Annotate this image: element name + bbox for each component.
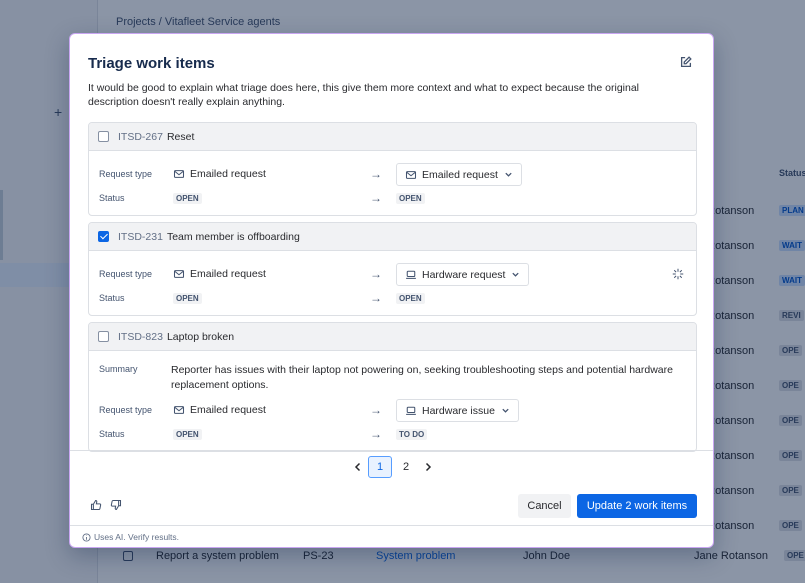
work-item-checkbox[interactable] — [98, 131, 109, 142]
status-label: Status — [99, 293, 125, 303]
arrow-right-icon: → — [370, 427, 382, 441]
thumbs-up-icon[interactable] — [90, 499, 102, 511]
mail-icon — [173, 170, 185, 178]
work-item-header: ITSD-267 Reset — [89, 123, 696, 151]
current-request-type: Emailed request — [173, 268, 266, 280]
laptop-icon — [406, 270, 416, 279]
modal-title: Triage work items — [88, 55, 215, 72]
edit-icon[interactable] — [679, 55, 693, 69]
modal-description: It would be good to explain what triage … — [88, 82, 640, 108]
ai-disclaimer-text: Uses AI. Verify results. — [94, 532, 180, 542]
mail-icon — [173, 270, 185, 278]
arrow-right-icon: → — [370, 267, 382, 281]
status-label: Status — [99, 429, 125, 439]
thumbs-down-icon[interactable] — [110, 499, 122, 511]
new-request-type-text: Emailed request — [422, 168, 498, 181]
triage-modal: Triage work items It would be good to ex… — [69, 33, 714, 548]
work-item-list: ITSD-267 Reset Request type Emailed requ… — [88, 122, 697, 458]
work-item-key[interactable]: ITSD-267 — [118, 131, 163, 143]
ai-disclaimer: Uses AI. Verify results. — [82, 532, 179, 542]
chevron-down-icon — [512, 272, 520, 277]
current-request-type: Emailed request — [173, 404, 266, 416]
info-icon — [82, 532, 91, 542]
cancel-button[interactable]: Cancel — [518, 494, 571, 518]
current-request-type-text: Emailed request — [190, 268, 266, 280]
work-item-card: ITSD-823 Laptop broken Summary Reporter … — [88, 322, 697, 452]
laptop-icon — [406, 406, 416, 415]
work-item-header: ITSD-231 Team member is offboarding — [89, 223, 696, 251]
arrow-right-icon: → — [370, 403, 382, 417]
request-type-label: Request type — [99, 405, 153, 415]
current-request-type: Emailed request — [173, 168, 266, 180]
new-status-lozenge: TO DO — [396, 429, 428, 440]
mail-icon — [405, 170, 417, 179]
arrow-right-icon: → — [370, 191, 382, 205]
ai-loading-icon — [672, 268, 684, 280]
mail-icon — [173, 406, 185, 414]
current-status-lozenge: OPEN — [173, 193, 202, 204]
work-item-title: Team member is offboarding — [166, 230, 300, 243]
update-work-items-button[interactable]: Update 2 work items — [577, 494, 697, 518]
work-item-title: Laptop broken — [166, 330, 235, 343]
new-request-type-text: Hardware issue — [422, 404, 495, 417]
chevron-down-icon — [505, 172, 512, 177]
work-item-checkbox[interactable] — [98, 231, 109, 242]
current-status-lozenge: OPEN — [173, 293, 202, 304]
arrow-right-icon: → — [370, 291, 382, 305]
request-type-dropdown[interactable]: Hardware issue — [396, 399, 519, 422]
request-type-label: Request type — [99, 269, 153, 279]
request-type-label: Request type — [99, 169, 153, 179]
summary-text: Reporter has issues with their laptop no… — [171, 364, 673, 391]
request-type-dropdown[interactable]: Hardware request — [396, 263, 530, 286]
new-request-type-text: Hardware request — [422, 268, 506, 281]
pagination: 1 2 — [349, 456, 437, 478]
work-item-title: Reset — [166, 130, 195, 143]
current-status-lozenge: OPEN — [173, 429, 202, 440]
chevron-left-icon — [354, 462, 361, 472]
arrow-right-icon: → — [370, 167, 382, 181]
footer-divider — [70, 525, 713, 526]
current-request-type-text: Emailed request — [190, 168, 266, 180]
new-status-lozenge: OPEN — [396, 293, 425, 304]
work-item-key[interactable]: ITSD-231 — [118, 231, 163, 243]
prev-page-button[interactable] — [349, 456, 367, 478]
work-item-checkbox[interactable] — [98, 331, 109, 342]
next-page-button[interactable] — [419, 456, 437, 478]
status-label: Status — [99, 193, 125, 203]
chevron-down-icon — [502, 408, 509, 413]
work-item-key[interactable]: ITSD-823 — [118, 331, 163, 343]
new-status-lozenge: OPEN — [396, 193, 425, 204]
work-item-header: ITSD-823 Laptop broken — [89, 323, 696, 351]
summary-label: Summary — [99, 364, 138, 374]
chevron-right-icon — [425, 462, 432, 472]
page-button-1[interactable]: 1 — [368, 456, 392, 478]
divider — [70, 450, 713, 451]
page-button-2[interactable]: 2 — [394, 456, 418, 478]
feedback-buttons — [90, 499, 122, 511]
work-item-card: ITSD-267 Reset Request type Emailed requ… — [88, 122, 697, 216]
work-item-card: ITSD-231 Team member is offboarding Requ… — [88, 222, 697, 316]
current-request-type-text: Emailed request — [190, 404, 266, 416]
request-type-dropdown[interactable]: Emailed request — [396, 163, 522, 186]
